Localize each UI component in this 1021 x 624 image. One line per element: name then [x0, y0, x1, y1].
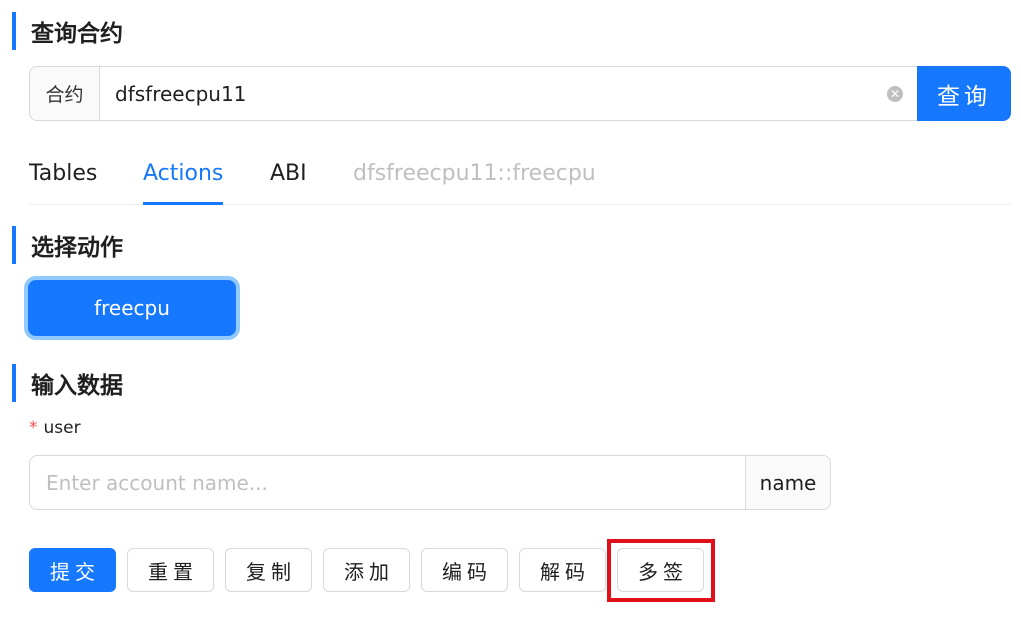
tab-bar: Tables Actions ABI dfsfreecpu11::freecpu: [29, 142, 1011, 205]
encode-button[interactable]: 编码: [421, 548, 508, 592]
user-label-text: user: [43, 418, 81, 438]
contract-input-value: dfsfreecpu11: [115, 81, 247, 106]
query-button[interactable]: 查询: [917, 66, 1011, 121]
tab-abi[interactable]: ABI: [270, 142, 307, 204]
tab-actions[interactable]: Actions: [143, 142, 224, 205]
section-title-select-action: 选择动作: [12, 226, 123, 264]
add-button[interactable]: 添加: [323, 548, 410, 592]
section-title-input-data: 输入数据: [12, 364, 123, 402]
contract-addon-label: 合约: [29, 66, 99, 121]
user-field-label: * user: [29, 418, 81, 438]
contract-input[interactable]: dfsfreecpu11 ✕: [99, 66, 917, 121]
user-input[interactable]: [29, 455, 745, 510]
name-type-addon: name: [745, 455, 831, 510]
action-freecpu-button[interactable]: freecpu: [28, 280, 236, 336]
required-mark: *: [29, 418, 38, 438]
tab-tables[interactable]: Tables: [29, 142, 97, 204]
tab-current-action: dfsfreecpu11::freecpu: [353, 160, 596, 186]
submit-button[interactable]: 提交: [29, 548, 116, 592]
section-title-query: 查询合约: [12, 12, 123, 50]
user-field: name: [29, 455, 831, 510]
reset-button[interactable]: 重置: [127, 548, 214, 592]
multisig-button[interactable]: 多签: [617, 548, 704, 592]
clear-icon[interactable]: ✕: [887, 85, 903, 102]
copy-button[interactable]: 复制: [225, 548, 312, 592]
decode-button[interactable]: 解码: [519, 548, 606, 592]
contract-query-bar: 合约 dfsfreecpu11 ✕ 查询: [29, 66, 1011, 121]
